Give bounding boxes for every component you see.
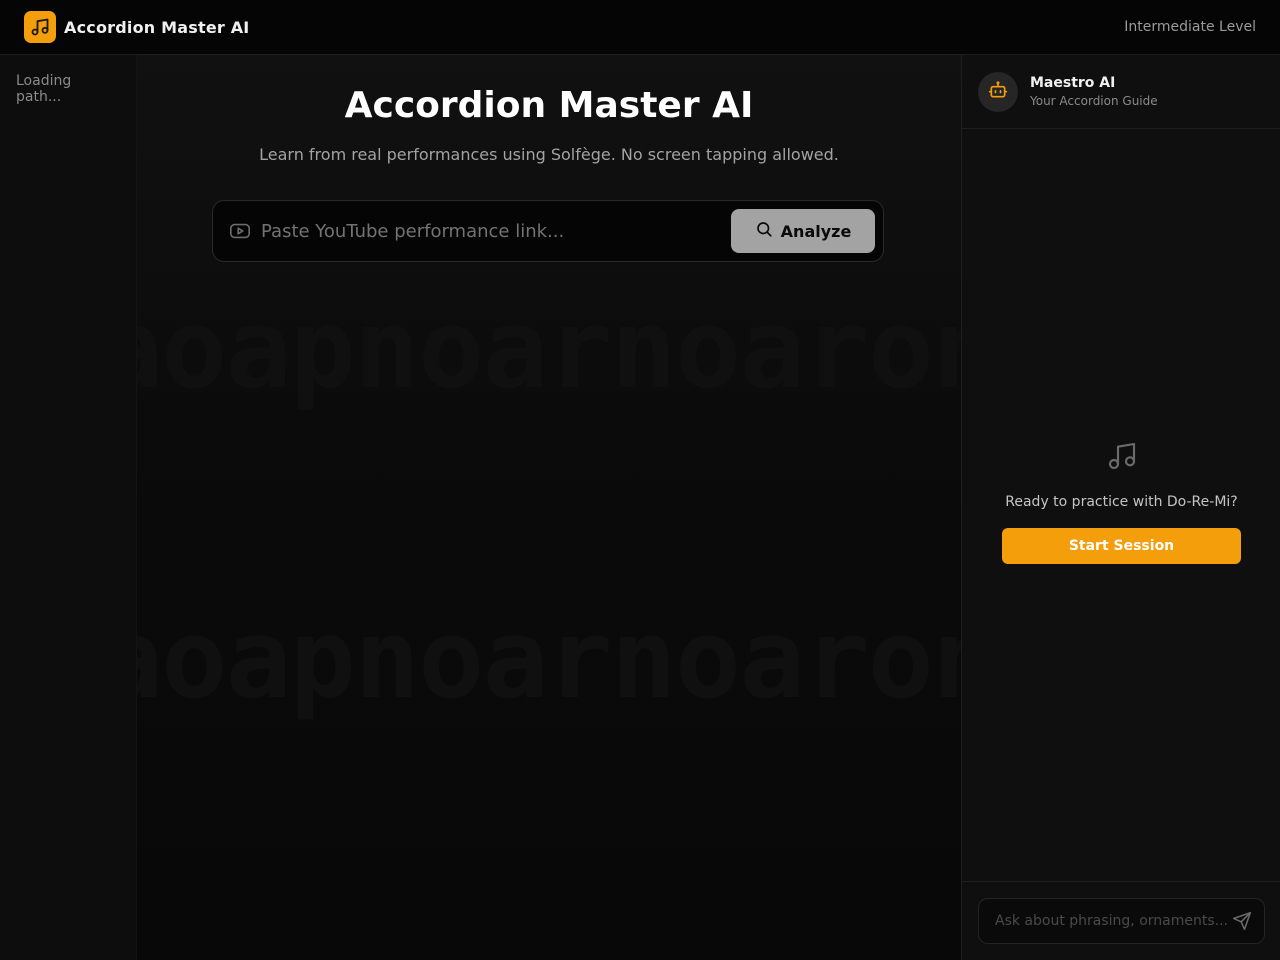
music-note-icon: [1106, 440, 1138, 472]
brand[interactable]: Accordion Master AI: [24, 11, 249, 43]
chat-header: Maestro AI Your Accordion Guide: [962, 55, 1280, 129]
chat-empty-state: Ready to practice with Do-Re-Mi? Start S…: [962, 440, 1280, 564]
bot-role: Your Accordion Guide: [1030, 94, 1158, 108]
main-content: aoapnoarnoaronoro aoapnoarnoaronoro Acco…: [137, 55, 961, 960]
avatar: [978, 71, 1018, 112]
analyze-button[interactable]: Analyze: [731, 209, 875, 253]
bot-info: Maestro AI Your Accordion Guide: [1030, 75, 1158, 108]
youtube-link-input[interactable]: [261, 220, 731, 242]
empty-state-message: Ready to practice with Do-Re-Mi?: [1005, 494, 1238, 510]
chat-input-wrapper: [978, 898, 1265, 944]
analyze-button-label: Analyze: [780, 221, 852, 241]
send-icon[interactable]: [1232, 910, 1254, 932]
bot-icon: [988, 80, 1008, 104]
chat-input[interactable]: [995, 913, 1232, 929]
learning-path-sidebar: Loading path...: [0, 55, 137, 960]
page-subtitle: Learn from real performances using Solfè…: [259, 145, 839, 164]
background-decoration: aoapnoarnoaronoro: [137, 595, 961, 723]
brand-name: Accordion Master AI: [64, 17, 250, 37]
music-note-icon: [24, 11, 56, 43]
youtube-icon: [229, 220, 251, 242]
background-decoration: aoapnoarnoaronoro: [137, 285, 961, 413]
youtube-search-bar: Analyze: [212, 200, 884, 262]
search-icon: [755, 220, 773, 242]
chat-panel: Maestro AI Your Accordion Guide Ready to…: [961, 55, 1280, 960]
bot-name: Maestro AI: [1030, 75, 1116, 91]
skill-level-label: Intermediate Level: [1124, 19, 1256, 35]
loading-text: Loading path...: [16, 73, 72, 105]
start-session-button[interactable]: Start Session: [1002, 528, 1241, 564]
chat-footer: [962, 881, 1280, 960]
top-header: Accordion Master AI Intermediate Level: [0, 0, 1280, 55]
page-title: Accordion Master AI: [344, 85, 754, 126]
